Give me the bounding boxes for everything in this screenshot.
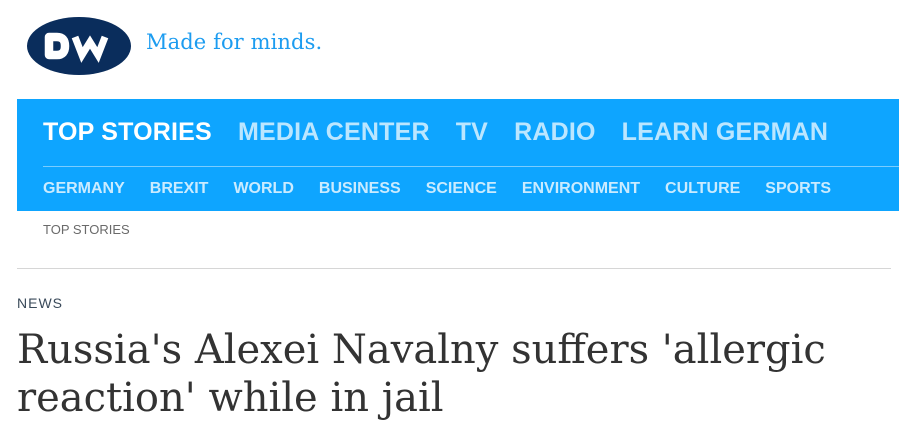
nav-learn-german[interactable]: LEARN GERMAN xyxy=(622,118,829,147)
divider xyxy=(17,268,891,269)
nav-science[interactable]: SCIENCE xyxy=(426,180,497,198)
nav-tv[interactable]: TV xyxy=(456,118,488,147)
nav-environment[interactable]: ENVIRONMENT xyxy=(522,180,640,198)
primary-nav: TOP STORIES MEDIA CENTER TV RADIO LEARN … xyxy=(17,99,899,166)
brand-tagline: Made for minds. xyxy=(146,30,323,54)
nav-germany[interactable]: GERMANY xyxy=(43,180,125,198)
main-navigation: TOP STORIES MEDIA CENTER TV RADIO LEARN … xyxy=(17,99,899,211)
article-kicker: NEWS xyxy=(17,295,63,311)
nav-media-center[interactable]: MEDIA CENTER xyxy=(238,118,430,147)
nav-radio[interactable]: RADIO xyxy=(514,118,596,147)
secondary-nav: GERMANY BREXIT WORLD BUSINESS SCIENCE EN… xyxy=(17,167,899,211)
breadcrumb[interactable]: TOP STORIES xyxy=(43,222,130,237)
nav-sports[interactable]: SPORTS xyxy=(765,180,831,198)
nav-business[interactable]: BUSINESS xyxy=(319,180,401,198)
nav-world[interactable]: WORLD xyxy=(233,180,293,198)
nav-brexit[interactable]: BREXIT xyxy=(150,180,209,198)
site-header: Made for minds. xyxy=(0,0,899,99)
article-headline: Russia's Alexei Navalny suffers 'allergi… xyxy=(17,327,826,421)
dw-logo[interactable] xyxy=(27,17,131,75)
nav-top-stories[interactable]: TOP STORIES xyxy=(43,118,212,147)
nav-culture[interactable]: CULTURE xyxy=(665,180,740,198)
